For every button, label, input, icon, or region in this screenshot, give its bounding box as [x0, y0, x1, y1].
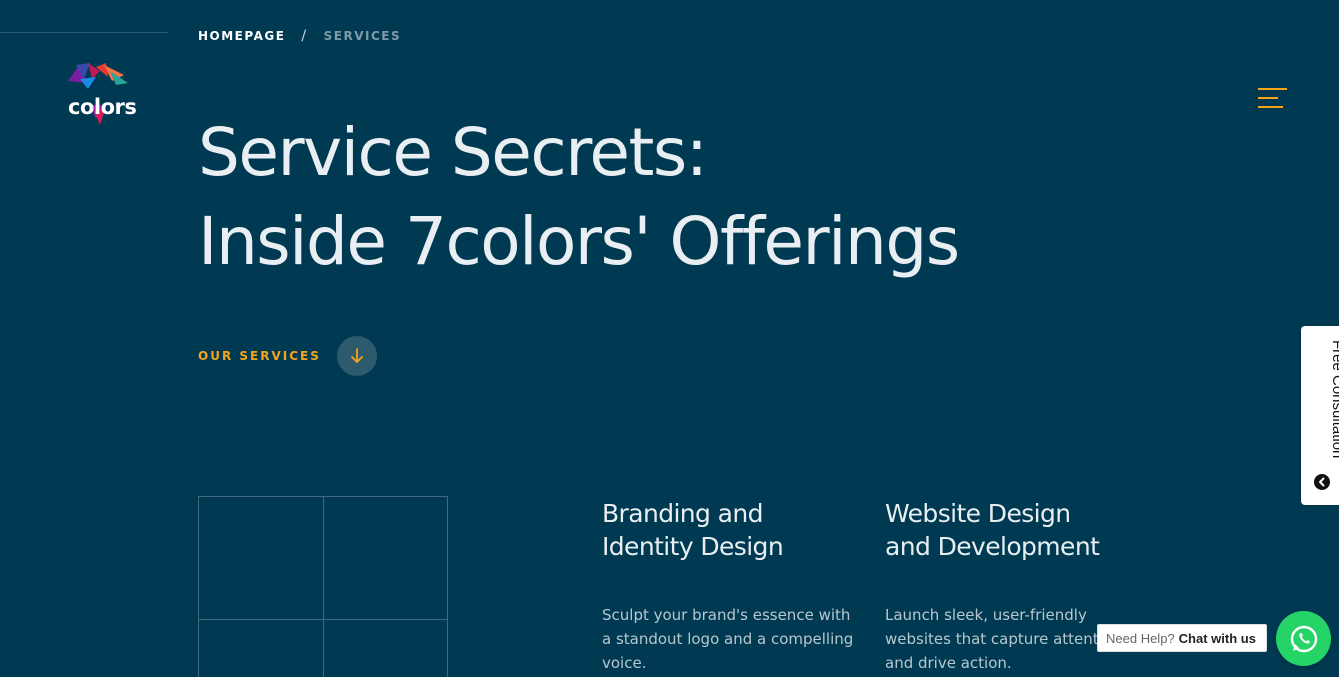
service-title-line-1: Branding and: [602, 499, 764, 528]
page-title-line-2: Inside 7colors' Offerings: [198, 203, 960, 280]
decorative-grid: [198, 496, 448, 677]
service-title-line-2: Identity Design: [602, 532, 784, 561]
our-services-label: OUR SERVICES: [198, 349, 321, 363]
hamburger-menu-icon[interactable]: [1258, 86, 1288, 110]
arrow-down-icon[interactable]: [336, 336, 377, 376]
breadcrumb-home-link[interactable]: HOMEPAGE: [198, 29, 285, 43]
chat-help-prompt: Need Help?: [1106, 630, 1175, 646]
chevron-left-circle-icon: [1314, 474, 1330, 490]
our-services-link[interactable]: OUR SERVICES: [198, 336, 377, 376]
free-consultation-tab[interactable]: Free Consultation: [1301, 326, 1339, 505]
logo-text: colors: [68, 95, 137, 119]
service-title-line-1: Website Design: [885, 499, 1071, 528]
service-title: Branding and Identity Design: [602, 497, 862, 563]
service-title: Website Design and Development: [885, 497, 1145, 563]
chat-help-label[interactable]: Need Help? Chat with us: [1097, 624, 1267, 652]
chat-help-action: Chat with us: [1178, 630, 1256, 646]
page-title-line-1: Service Secrets:: [198, 114, 708, 191]
site-logo[interactable]: colors: [66, 61, 137, 127]
free-consultation-label: Free Consultation: [1329, 340, 1339, 459]
service-card-branding[interactable]: Branding and Identity Design Sculpt your…: [602, 497, 862, 675]
breadcrumb: HOMEPAGE / SERVICES: [198, 28, 401, 44]
service-title-line-2: and Development: [885, 532, 1100, 561]
breadcrumb-separator: /: [301, 28, 308, 44]
whatsapp-icon[interactable]: [1276, 611, 1331, 666]
page-title: Service Secrets: Inside 7colors' Offerin…: [198, 108, 960, 286]
service-description: Sculpt your brand's essence with a stand…: [602, 606, 854, 672]
header-divider: [0, 32, 168, 33]
breadcrumb-current: SERVICES: [323, 29, 402, 43]
